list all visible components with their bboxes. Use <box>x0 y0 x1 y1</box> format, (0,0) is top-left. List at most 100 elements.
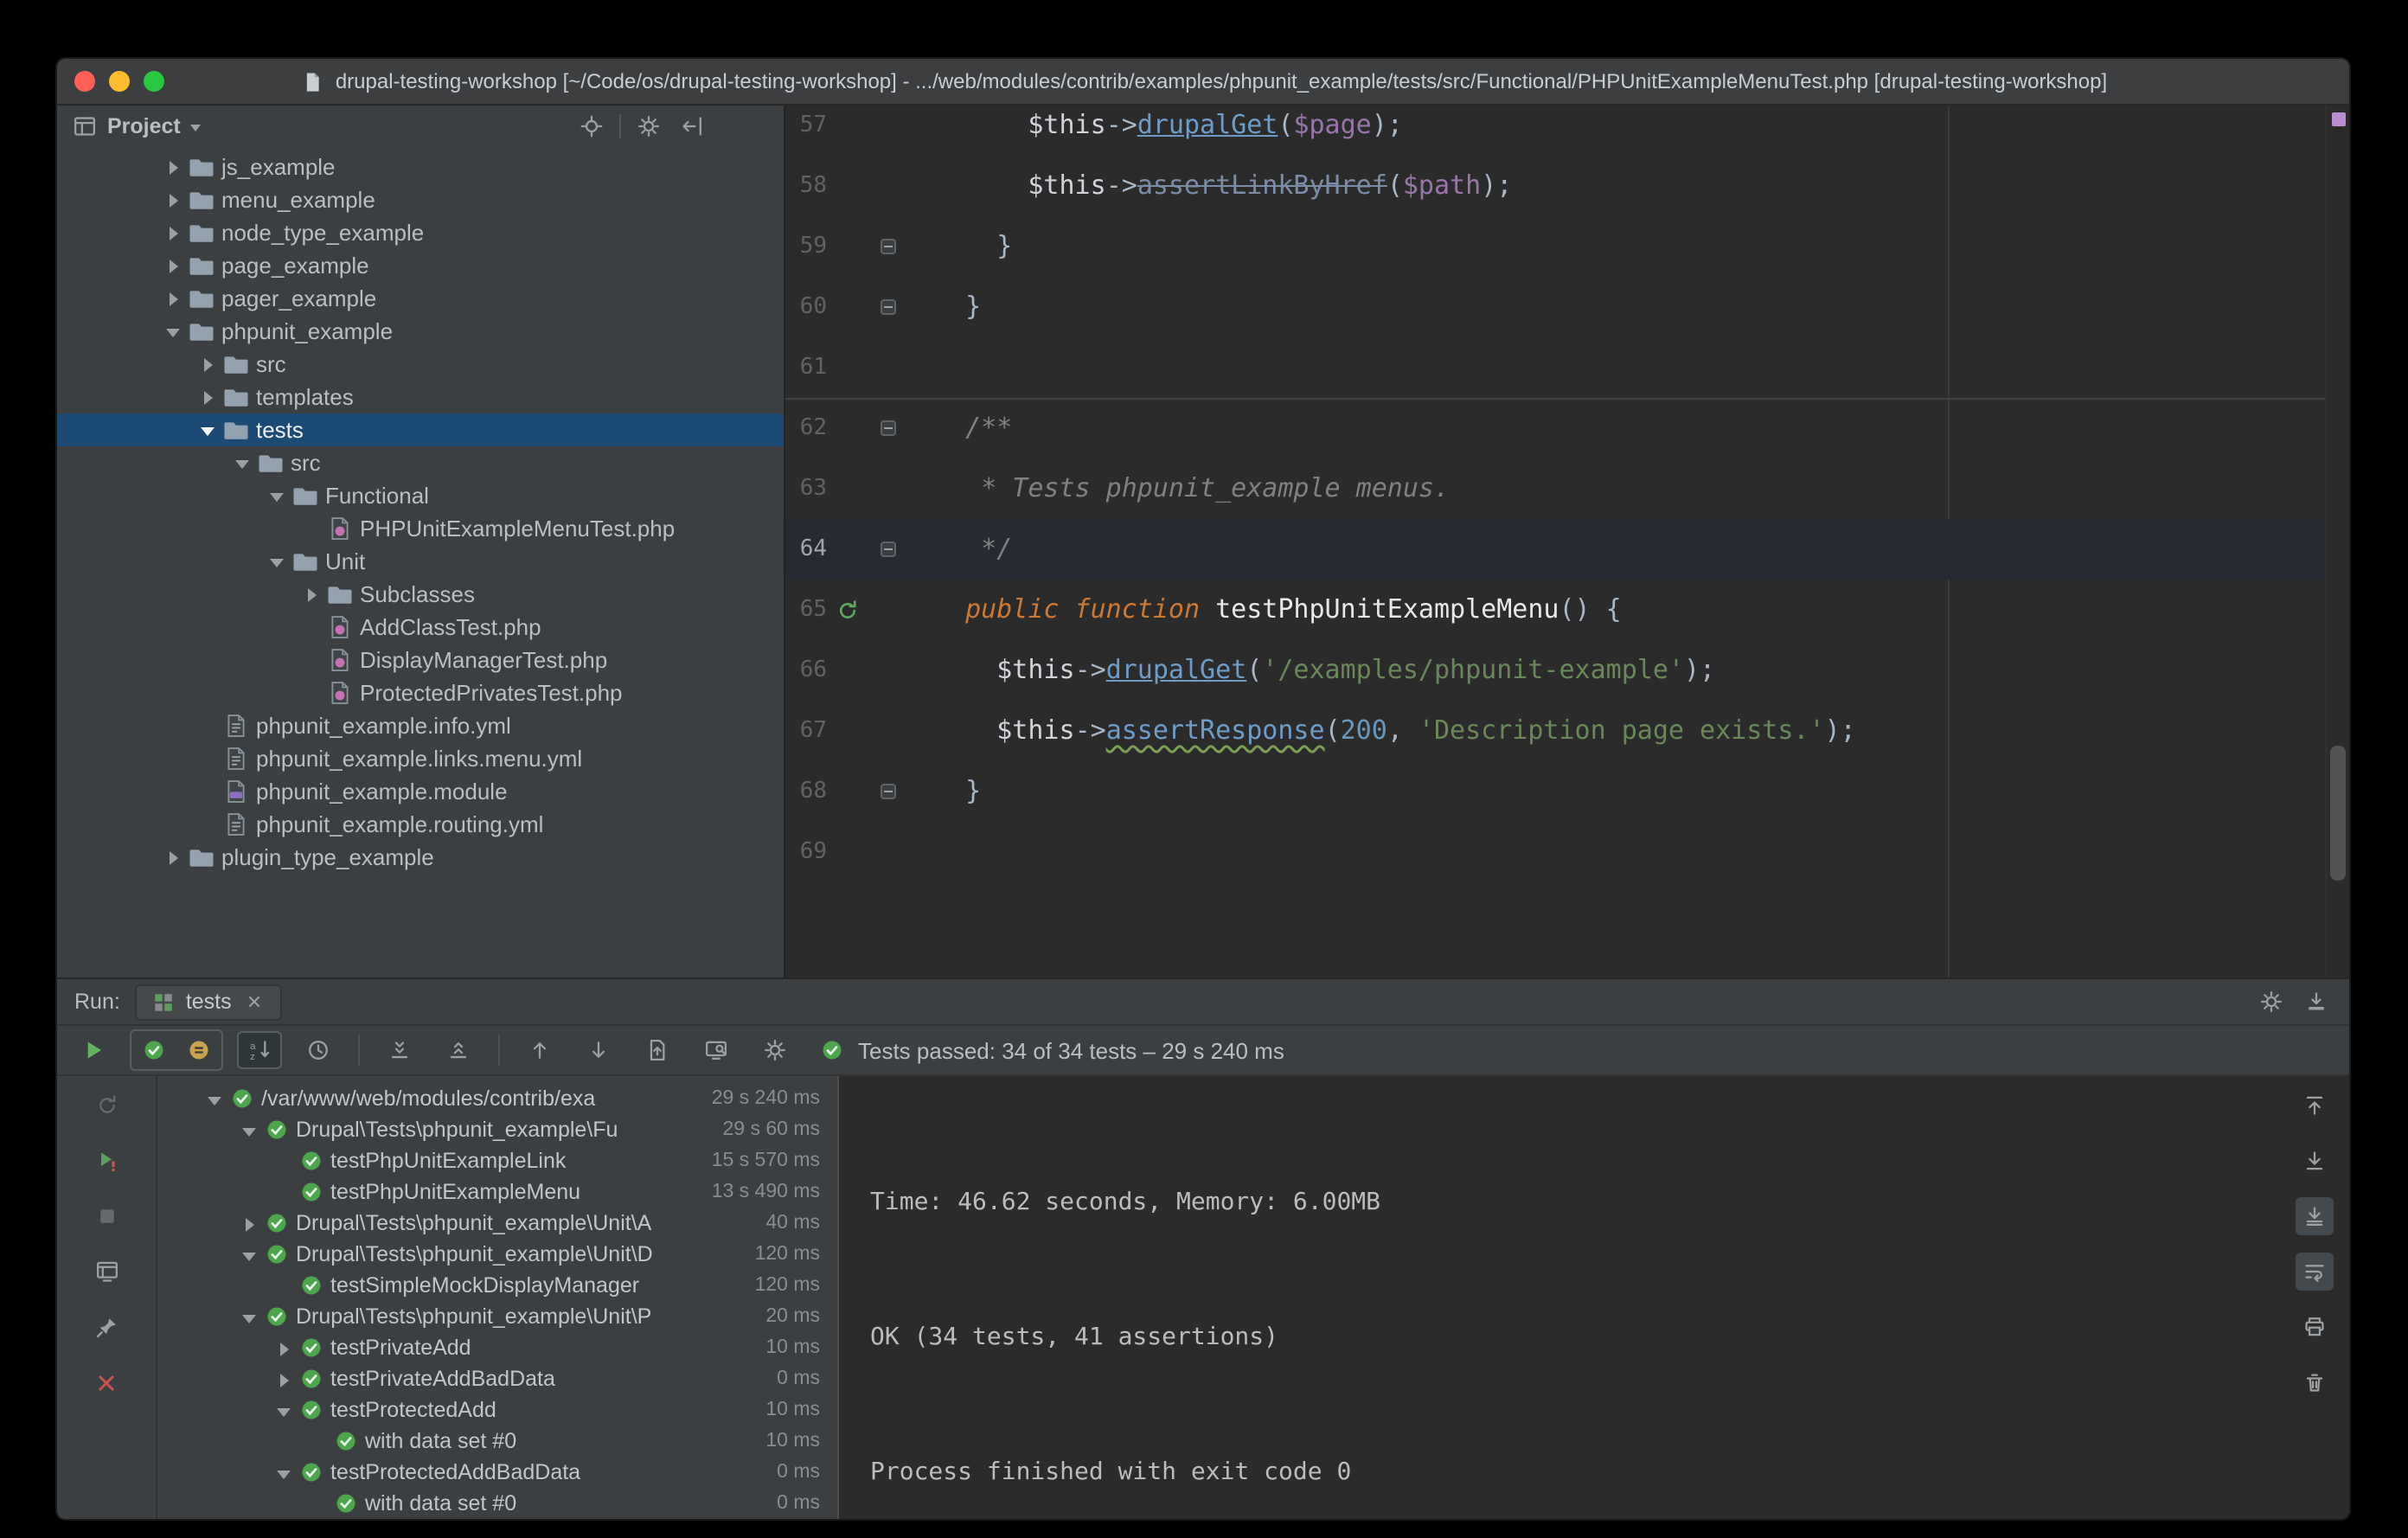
editor-pane[interactable]: 57 $this->drupalGet($page); 58 $this->ass… <box>785 106 2349 977</box>
show-ignored-button[interactable] <box>176 1031 221 1069</box>
test-tree-item[interactable]: with data set #0 0 ms <box>157 1488 837 1519</box>
restore-layout-button[interactable] <box>87 1253 125 1291</box>
scroll-to-bottom-button[interactable] <box>2296 1142 2334 1180</box>
project-tree-item-tests[interactable]: tests <box>57 413 784 446</box>
expand-arrow-closed-icon[interactable] <box>275 1338 294 1357</box>
expand-arrow-closed-icon[interactable] <box>240 1214 259 1233</box>
run-test-icon[interactable] <box>834 596 861 624</box>
expand-arrow-open-icon[interactable] <box>240 1245 259 1264</box>
project-tree-item-Functional[interactable]: Functional <box>57 479 784 512</box>
settings-gear-button[interactable] <box>633 111 664 142</box>
code-line-61[interactable]: 61 <box>785 337 2325 398</box>
expand-arrow-open-icon[interactable] <box>275 1400 294 1419</box>
project-tree-item-phpunit_example.module[interactable]: phpunit_example.module <box>57 775 784 808</box>
scroll-to-end-button[interactable] <box>2296 1197 2334 1235</box>
test-tree-item[interactable]: testSimpleMockDisplayManager 120 ms <box>157 1270 837 1301</box>
fold-marker-icon[interactable] <box>880 239 895 254</box>
test-console[interactable]: Time: 46.62 seconds, Memory: 6.00MB OK (… <box>839 1076 2280 1519</box>
project-tree-item-js_example[interactable]: js_example <box>57 151 784 183</box>
code-line-60[interactable]: 60 } <box>785 277 2325 337</box>
rerun-button[interactable] <box>87 1086 125 1125</box>
code-line-65[interactable]: 65 public function testPhpUnitExampleMen… <box>785 580 2325 640</box>
show-passed-button[interactable] <box>131 1031 176 1069</box>
project-tree-item-menu_example[interactable]: menu_example <box>57 183 784 216</box>
code-line-69[interactable]: 69 <box>785 822 2325 882</box>
project-tree-item-Unit[interactable]: Unit <box>57 545 784 578</box>
run-tab-tests[interactable]: tests <box>135 984 282 1020</box>
hide-panel-button[interactable] <box>676 111 708 142</box>
fold-marker-icon[interactable] <box>880 784 895 799</box>
code-line-57[interactable]: 57 $this->drupalGet($page); <box>785 106 2325 156</box>
rerun-failed-tests-button[interactable] <box>87 1142 125 1180</box>
editor-scrollbar[interactable] <box>2325 106 2349 977</box>
expand-all-button[interactable] <box>377 1031 422 1069</box>
test-tree-item[interactable]: Drupal\Tests\phpunit_example\Fu 29 s 60 m… <box>157 1114 837 1145</box>
dock-window-button[interactable] <box>2301 986 2332 1017</box>
expand-arrow-open-icon[interactable] <box>240 1120 259 1139</box>
fold-marker-icon[interactable] <box>880 420 895 436</box>
project-tree-item-ProtectedPrivatesTest.php[interactable]: ProtectedPrivatesTest.php <box>57 676 784 709</box>
sort-alphabetically-button[interactable]: az <box>237 1031 282 1069</box>
test-tree-item[interactable]: testPrivateAdd 10 ms <box>157 1332 837 1363</box>
code-line-67[interactable]: 67 $this->assertResponse(200, 'Descripti… <box>785 701 2325 761</box>
previous-failed-test-button[interactable] <box>517 1031 562 1069</box>
monitor-magnifier-button[interactable] <box>694 1031 739 1069</box>
sort-by-duration-button[interactable] <box>296 1031 341 1069</box>
soft-wrap-button[interactable] <box>2296 1253 2334 1291</box>
close-window-button[interactable] <box>74 71 95 92</box>
expand-arrow-closed-icon[interactable] <box>199 355 218 374</box>
project-panel-title[interactable]: Project <box>107 114 181 138</box>
project-tree-item-phpunit_example[interactable]: phpunit_example <box>57 315 784 348</box>
project-tree-item-node_type_example[interactable]: node_type_example <box>57 216 784 249</box>
locate-file-button[interactable] <box>576 111 607 142</box>
project-tree-item-page_example[interactable]: page_example <box>57 249 784 282</box>
expand-arrow-open-icon[interactable] <box>206 1089 225 1108</box>
project-tree-item-PHPUnitExampleMenuTest.php[interactable]: PHPUnitExampleMenuTest.php <box>57 512 784 545</box>
test-tree-item[interactable]: /var/www/web/modules/contrib/exa 29 s 240… <box>157 1083 837 1114</box>
clear-all-button[interactable] <box>2296 1363 2334 1401</box>
code-line-68[interactable]: 68 } <box>785 761 2325 822</box>
project-tree-item-src[interactable]: src <box>57 348 784 381</box>
test-tree-item[interactable]: testPrivateAddBadData 0 ms <box>157 1363 837 1394</box>
project-tree-item-plugin_type_example[interactable]: plugin_type_example <box>57 841 784 874</box>
code-line-58[interactable]: 58 $this->assertLinkByHref($path); <box>785 156 2325 216</box>
expand-arrow-open-icon[interactable] <box>240 1307 259 1326</box>
minimize-window-button[interactable] <box>109 71 130 92</box>
fold-marker-icon[interactable] <box>880 542 895 557</box>
title-bar[interactable]: drupal-testing-workshop [~/Code/os/drupa… <box>57 59 2349 106</box>
expand-arrow-closed-icon[interactable] <box>164 223 183 242</box>
close-tab-icon[interactable] <box>240 988 268 1016</box>
test-tree-item[interactable]: with data set #0 10 ms <box>157 1426 837 1457</box>
test-tree-item[interactable]: testPhpUnitExampleMenu 13 s 490 ms <box>157 1176 837 1208</box>
code-line-66[interactable]: 66 $this->drupalGet('/examples/phpunit-e… <box>785 640 2325 701</box>
code-line-63[interactable]: 63 * Tests phpunit_example menus. <box>785 458 2325 519</box>
scroll-to-top-button[interactable] <box>2296 1086 2334 1125</box>
project-tree-item-pager_example[interactable]: pager_example <box>57 282 784 315</box>
expand-arrow-closed-icon[interactable] <box>164 190 183 209</box>
expand-arrow-open-icon[interactable] <box>275 1463 294 1482</box>
stop-button[interactable] <box>87 1197 125 1235</box>
test-tree-item[interactable]: Drupal\Tests\phpunit_example\Unit\D 120 m… <box>157 1239 837 1270</box>
expand-arrow-open-icon[interactable] <box>199 420 218 439</box>
scrollbar-thumb[interactable] <box>2330 746 2346 881</box>
expand-arrow-closed-icon[interactable] <box>199 388 218 407</box>
fold-marker-icon[interactable] <box>880 299 895 315</box>
expand-arrow-closed-icon[interactable] <box>275 1369 294 1388</box>
project-tree-item-Subclasses[interactable]: Subclasses <box>57 578 784 611</box>
pin-tab-button[interactable] <box>87 1308 125 1346</box>
project-tree-item-src[interactable]: src <box>57 446 784 479</box>
project-tree-item-templates[interactable]: templates <box>57 381 784 413</box>
expand-arrow-open-icon[interactable] <box>164 322 183 341</box>
test-tree-item[interactable]: testProtectedAddBadData 0 ms <box>157 1457 837 1488</box>
export-test-results-button[interactable] <box>635 1031 680 1069</box>
expand-arrow-closed-icon[interactable] <box>164 848 183 867</box>
rerun-tests-button[interactable] <box>71 1031 116 1069</box>
code-line-62[interactable]: 62 /** <box>785 398 2325 458</box>
settings-gear-button[interactable] <box>2256 986 2287 1017</box>
expand-arrow-closed-icon[interactable] <box>164 157 183 176</box>
fullscreen-window-button[interactable] <box>144 71 164 92</box>
project-tree-item-DisplayManagerTest.php[interactable]: DisplayManagerTest.php <box>57 644 784 676</box>
error-stripe-mark[interactable] <box>2332 112 2346 126</box>
test-tree-item[interactable]: Drupal\Tests\phpunit_example\Unit\P 20 ms <box>157 1301 837 1332</box>
project-tree-item-phpunit_example.routing.yml[interactable]: phpunit_example.routing.yml <box>57 808 784 841</box>
